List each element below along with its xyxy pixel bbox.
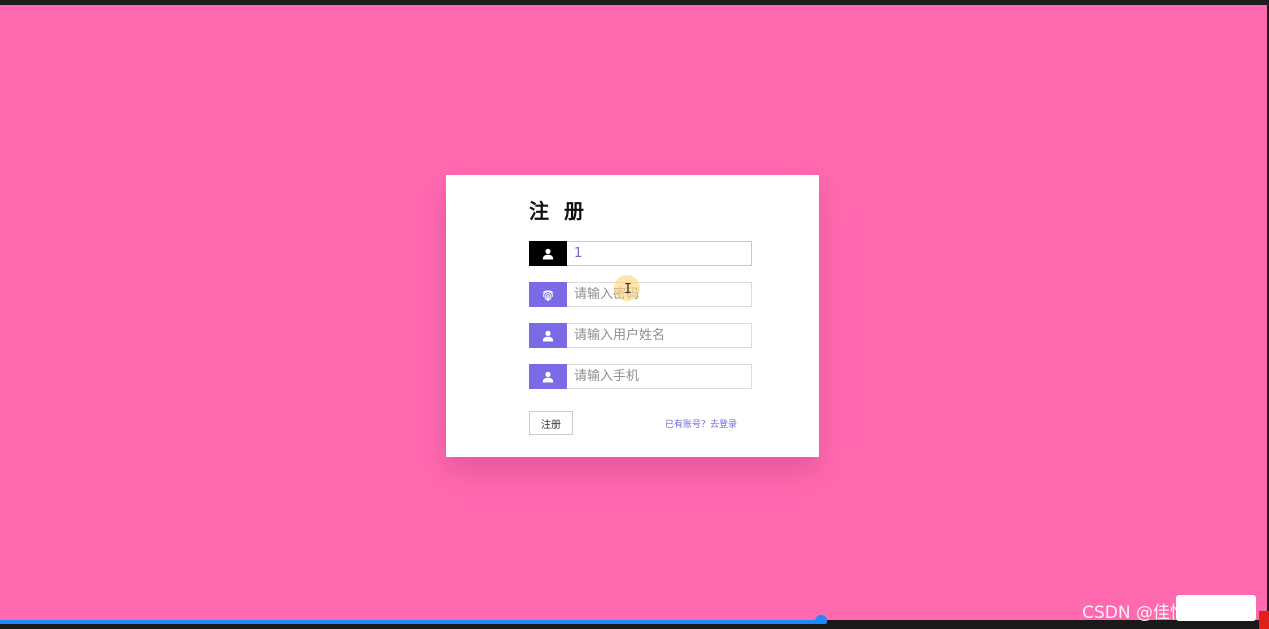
register-card: 注 册 1 请输入用户姓名 请输入手机 注册 已有账号？去登录 — [446, 175, 819, 457]
password-input[interactable] — [567, 282, 752, 307]
page-title: 注 册 — [529, 199, 588, 223]
user-icon — [529, 241, 567, 266]
phone-input[interactable] — [567, 364, 752, 389]
text-cursor-icon: I — [624, 282, 632, 297]
corner-badge — [1259, 611, 1269, 629]
phone-field — [529, 364, 752, 389]
username-input[interactable] — [567, 241, 752, 266]
user-icon — [529, 323, 567, 348]
watermark-text: CSDN @佳愉毕设源码 — [1082, 603, 1255, 623]
window-top-bar — [0, 0, 1269, 5]
fingerprint-icon — [529, 282, 567, 307]
player-bottom-strip — [0, 624, 1269, 629]
user-icon — [529, 364, 567, 389]
realname-input[interactable] — [567, 323, 752, 348]
realname-field — [529, 323, 752, 348]
register-button[interactable]: 注册 — [529, 411, 573, 435]
page-background: 注 册 1 请输入用户姓名 请输入手机 注册 已有账号？去登录 I CSDN @… — [0, 0, 1269, 629]
username-field — [529, 241, 752, 266]
go-login-link[interactable]: 已有账号？去登录 — [665, 417, 737, 430]
